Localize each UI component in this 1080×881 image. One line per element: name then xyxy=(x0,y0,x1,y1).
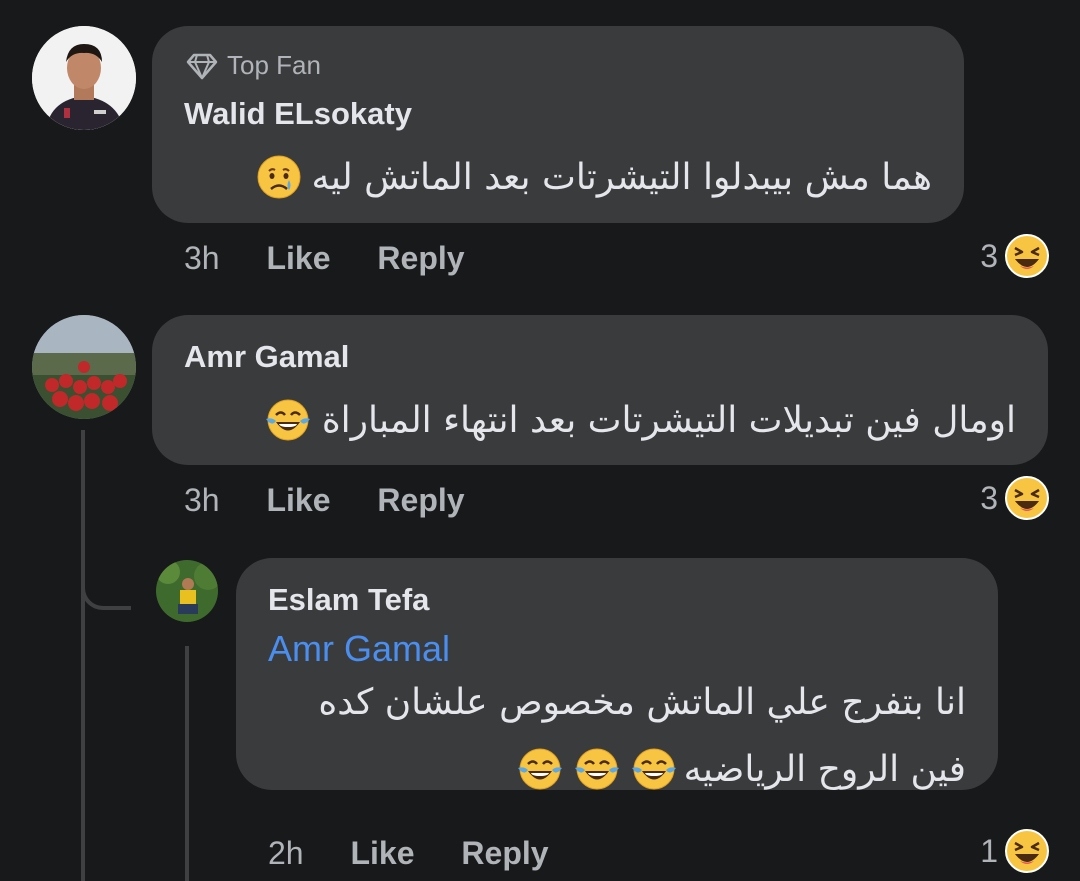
comment-time[interactable]: 2h xyxy=(268,835,304,871)
comment-time[interactable]: 3h xyxy=(184,240,220,276)
laughing-face-icon xyxy=(1004,475,1050,521)
laughing-face-icon xyxy=(1004,828,1050,874)
reply-button[interactable]: Reply xyxy=(377,482,464,518)
avatar-walid-image xyxy=(32,26,136,130)
comment-text-line2: فين الروح الرياضيه xyxy=(516,746,966,792)
diamond-icon xyxy=(186,52,218,80)
avatar-amr[interactable] xyxy=(32,315,136,419)
comment-actions-3: 2h Like Reply xyxy=(268,835,549,872)
comment-text-line1: انا بتفرج علي الماتش مخصوص علشان كده xyxy=(318,682,966,723)
thread-connector xyxy=(81,560,131,610)
top-fan-badge: Top Fan xyxy=(186,50,321,81)
mention-link[interactable]: Amr Gamal xyxy=(268,628,450,670)
crying-face-icon xyxy=(256,154,302,200)
comment-bubble-2[interactable]: Amr Gamal اومال فين تبديلات التيشرتات بع… xyxy=(152,315,1048,465)
like-button[interactable]: Like xyxy=(266,240,330,276)
reaction-count: 3 xyxy=(980,237,998,274)
comment-text-body: اومال فين تبديلات التيشرتات بعد انتهاء ا… xyxy=(321,399,1016,441)
comment-text: اومال فين تبديلات التيشرتات بعد انتهاء ا… xyxy=(264,397,1016,443)
reaction-summary-1[interactable]: 3 xyxy=(980,233,1050,279)
reply-button[interactable]: Reply xyxy=(377,240,464,276)
reply-button[interactable]: Reply xyxy=(461,835,548,871)
avatar-walid[interactable] xyxy=(32,26,136,130)
comment-time[interactable]: 3h xyxy=(184,482,220,518)
like-button[interactable]: Like xyxy=(266,482,330,518)
avatar-amr-image xyxy=(32,315,136,419)
comment-actions-2: 3h Like Reply xyxy=(184,482,465,519)
comment-author-name[interactable]: Eslam Tefa xyxy=(268,582,429,618)
tears-of-joy-icon xyxy=(516,746,678,792)
tears-of-joy-icon xyxy=(264,397,312,443)
comment-text-body: هما مش بيبدلوا التيشرتات بعد الماتش ليه xyxy=(311,156,932,198)
comment-text-body: فين الروح الرياضيه xyxy=(683,748,966,790)
reaction-summary-3[interactable]: 1 xyxy=(980,828,1050,874)
top-fan-label: Top Fan xyxy=(227,50,321,80)
avatar-eslam-image xyxy=(156,560,218,622)
comment-bubble-1[interactable]: Top Fan Walid ELsokaty هما مش بيبدلوا ال… xyxy=(152,26,964,223)
reaction-count: 1 xyxy=(980,832,998,869)
like-button[interactable]: Like xyxy=(350,835,414,871)
comment-author-name[interactable]: Amr Gamal xyxy=(184,339,349,375)
reaction-summary-2[interactable]: 3 xyxy=(980,475,1050,521)
comment-author-name[interactable]: Walid ELsokaty xyxy=(184,96,412,132)
thread-line-reply xyxy=(185,646,189,881)
reaction-count: 3 xyxy=(980,479,998,516)
avatar-eslam[interactable] xyxy=(156,560,218,622)
comment-text: هما مش بيبدلوا التيشرتات بعد الماتش ليه xyxy=(256,154,932,200)
comment-actions-1: 3h Like Reply xyxy=(184,240,465,277)
laughing-face-icon xyxy=(1004,233,1050,279)
thread-line-main xyxy=(81,430,85,881)
comment-bubble-3[interactable]: Eslam Tefa Amr Gamal انا بتفرج علي المات… xyxy=(236,558,998,792)
